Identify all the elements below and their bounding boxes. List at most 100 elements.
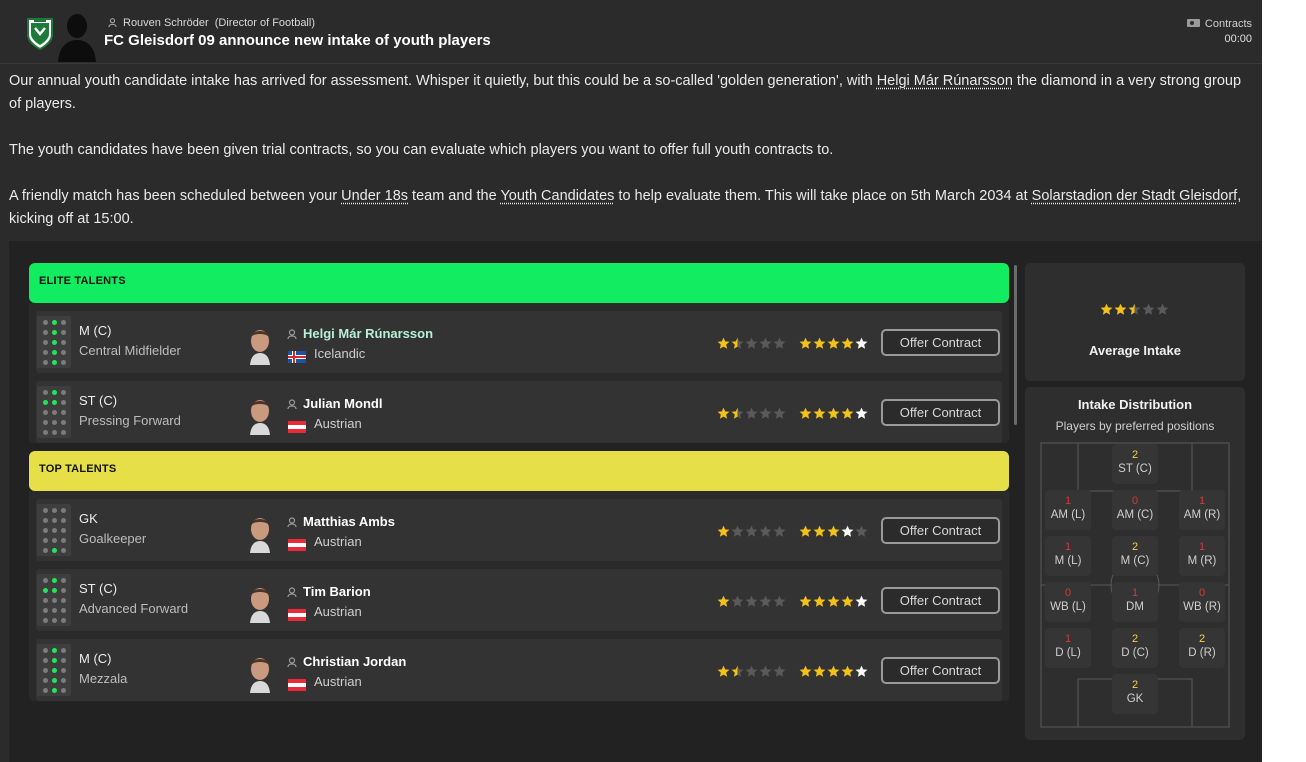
player-name-text[interactable]: Tim Barion bbox=[303, 584, 371, 599]
position-dot bbox=[43, 538, 48, 543]
star-icon bbox=[1128, 303, 1141, 315]
current-ability-stars bbox=[717, 525, 786, 538]
position-count: 0 bbox=[1131, 495, 1139, 507]
potential-ability-stars bbox=[799, 665, 868, 678]
position-cell[interactable]: 2 GK bbox=[1112, 674, 1158, 714]
news-time: 00:00 bbox=[1224, 33, 1252, 45]
position-dot bbox=[61, 598, 66, 603]
position-dot bbox=[43, 420, 48, 425]
offer-contract-button[interactable]: Offer Contract bbox=[881, 517, 1000, 544]
position-cell[interactable]: 2 D (C) bbox=[1112, 628, 1158, 668]
star-icon bbox=[813, 665, 826, 677]
potential-ability-stars bbox=[799, 407, 868, 420]
position-cell[interactable]: 0 WB (L) bbox=[1045, 582, 1091, 622]
player-row[interactable]: ST (C) Advanced Forward Tim Barion Austrian… bbox=[36, 569, 1002, 631]
player-name[interactable]: Matthias Ambs bbox=[287, 514, 395, 529]
star-icon bbox=[773, 337, 786, 349]
position-dot bbox=[43, 688, 48, 693]
intake-panel: ELITE TALENTS M (C) Central Midfielder Helg… bbox=[9, 241, 1262, 762]
star-icon bbox=[855, 337, 868, 349]
position-dot bbox=[43, 608, 48, 613]
star-icon bbox=[731, 665, 744, 677]
star-icon bbox=[1142, 303, 1155, 315]
player-name[interactable]: Tim Barion bbox=[287, 584, 371, 599]
position-count: 1 bbox=[1131, 587, 1139, 599]
star-icon bbox=[759, 665, 772, 677]
player-name[interactable]: Julian Mondl bbox=[287, 396, 382, 411]
player-name-text[interactable]: Christian Jordan bbox=[303, 654, 406, 669]
position-cell[interactable]: 0 AM (C) bbox=[1112, 490, 1158, 530]
person-icon bbox=[287, 587, 297, 597]
star-icon bbox=[745, 665, 758, 677]
position-cell[interactable]: 2 M (C) bbox=[1112, 536, 1158, 576]
team-link-youth-candidates[interactable]: Youth Candidates bbox=[500, 188, 614, 204]
position-dot bbox=[61, 648, 66, 653]
offer-contract-button[interactable]: Offer Contract bbox=[881, 657, 1000, 684]
tag-icon bbox=[1186, 19, 1200, 27]
position-dot bbox=[52, 598, 57, 603]
player-face-icon[interactable] bbox=[248, 327, 272, 365]
position-dot bbox=[43, 678, 48, 683]
position-cell[interactable]: 1 M (R) bbox=[1179, 536, 1225, 576]
position-cell[interactable]: 1 AM (L) bbox=[1045, 490, 1091, 530]
paragraph-1: Our annual youth candidate intake has ar… bbox=[9, 70, 1249, 116]
sender-avatar-icon[interactable] bbox=[56, 10, 98, 62]
position-dot bbox=[61, 668, 66, 673]
austria-flag-icon bbox=[288, 539, 306, 551]
player-face-icon[interactable] bbox=[248, 585, 272, 623]
position-dot bbox=[52, 688, 57, 693]
position-cell[interactable]: 2 D (R) bbox=[1179, 628, 1225, 668]
star-icon bbox=[813, 407, 826, 419]
player-name[interactable]: Christian Jordan bbox=[287, 654, 406, 669]
team-link-under-18s[interactable]: Under 18s bbox=[341, 188, 408, 204]
news-title: FC Gleisdorf 09 announce new intake of y… bbox=[104, 32, 491, 49]
position-dot bbox=[52, 648, 57, 653]
player-name-text[interactable]: Helgi Már Rúnarsson bbox=[303, 326, 433, 341]
position-cell[interactable]: 0 WB (R) bbox=[1179, 582, 1225, 622]
sender-name[interactable]: Rouven Schröder bbox=[123, 17, 209, 29]
position-dot bbox=[61, 330, 66, 335]
star-icon bbox=[759, 407, 772, 419]
club-badge-icon[interactable] bbox=[26, 17, 54, 51]
position-cell[interactable]: 1 M (L) bbox=[1045, 536, 1091, 576]
current-ability-stars bbox=[717, 595, 786, 608]
player-name-text[interactable]: Matthias Ambs bbox=[303, 514, 395, 529]
position-cell[interactable]: 2 ST (C) bbox=[1112, 444, 1158, 484]
position-dot bbox=[52, 518, 57, 523]
star-icon bbox=[799, 665, 812, 677]
player-row[interactable]: M (C) Central Midfielder Helgi Már Rúnarss… bbox=[36, 311, 1002, 373]
player-face-icon[interactable] bbox=[248, 515, 272, 553]
section-header: TOP TALENTS bbox=[29, 451, 1009, 491]
player-link[interactable]: Helgi Már Rúnarsson bbox=[877, 73, 1013, 89]
position-dot bbox=[61, 420, 66, 425]
player-name-text[interactable]: Julian Mondl bbox=[303, 396, 382, 411]
offer-contract-button[interactable]: Offer Contract bbox=[881, 587, 1000, 614]
star-icon bbox=[745, 337, 758, 349]
offer-contract-button[interactable]: Offer Contract bbox=[881, 399, 1000, 426]
stadium-link[interactable]: Solarstadion der Stadt Gleisdorf bbox=[1032, 188, 1238, 204]
star-icon bbox=[717, 595, 730, 607]
list-scrollbar[interactable] bbox=[1014, 265, 1017, 425]
person-icon bbox=[287, 517, 297, 527]
offer-contract-button[interactable]: Offer Contract bbox=[881, 329, 1000, 356]
player-face-icon[interactable] bbox=[248, 655, 272, 693]
position-cell[interactable]: 1 DM bbox=[1112, 582, 1158, 622]
position-cell[interactable]: 1 D (L) bbox=[1045, 628, 1091, 668]
current-ability-stars bbox=[717, 407, 786, 420]
position-map-icon bbox=[37, 644, 71, 696]
player-face-icon[interactable] bbox=[248, 397, 272, 435]
star-icon bbox=[773, 525, 786, 537]
position-cell[interactable]: 1 AM (R) bbox=[1179, 490, 1225, 530]
player-row[interactable]: M (C) Mezzala Christian Jordan Austrian Offe… bbox=[36, 639, 1002, 701]
position-dot bbox=[61, 538, 66, 543]
position-dot bbox=[61, 688, 66, 693]
position-map-icon bbox=[37, 316, 71, 368]
player-name[interactable]: Helgi Már Rúnarsson bbox=[287, 326, 433, 341]
news-item-window: Rouven Schröder (Director of Football) F… bbox=[0, 0, 1262, 762]
paragraph-2: The youth candidates have been given tri… bbox=[9, 142, 834, 158]
position-label: M (C) bbox=[1120, 555, 1150, 567]
player-role: Central Midfielder bbox=[79, 343, 181, 358]
player-row[interactable]: GK Goalkeeper Matthias Ambs Austrian Offer C… bbox=[36, 499, 1002, 561]
position-dot bbox=[52, 548, 57, 553]
player-row[interactable]: ST (C) Pressing Forward Julian Mondl Austri… bbox=[36, 381, 1002, 443]
